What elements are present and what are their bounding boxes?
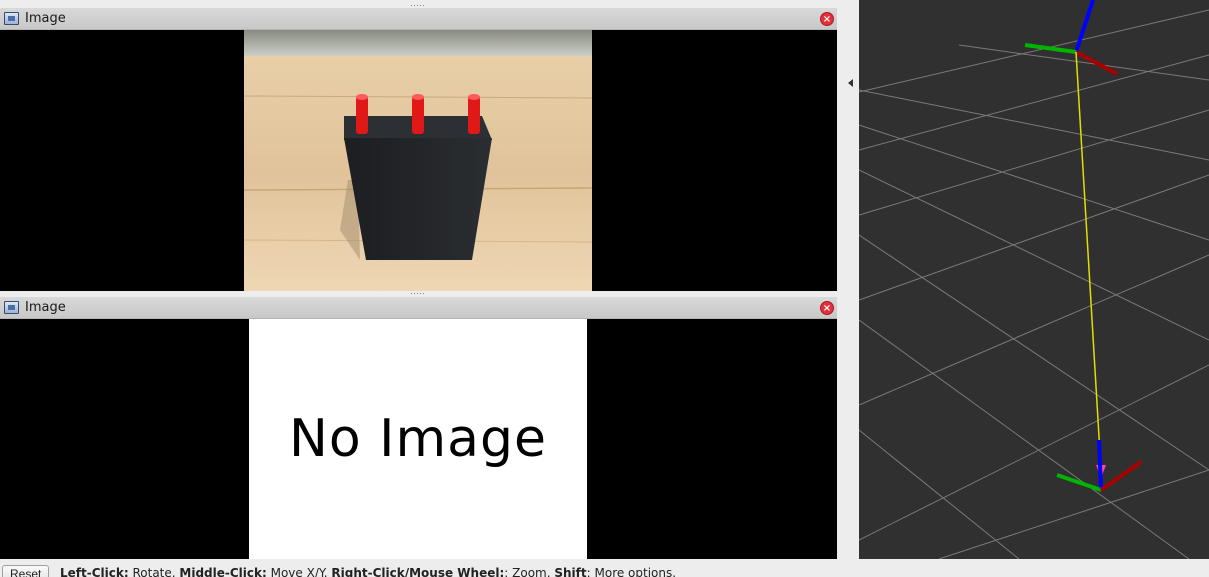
camera-image — [244, 30, 592, 291]
status-bar: Reset Left-Click: Rotate. Middle-Click: … — [0, 563, 1209, 577]
panel-titlebar[interactable]: Image × — [0, 8, 837, 30]
3d-scene — [859, 0, 1209, 559]
ground-grid — [859, 9, 1209, 559]
hint-key: Shift — [554, 566, 587, 577]
rviz-window: Image × Image × No Image Reset Left-Clic… — [0, 0, 1209, 577]
splitter-handle[interactable] — [410, 292, 426, 295]
image-panel-bottom: Image × No Image — [0, 297, 837, 559]
close-icon[interactable]: × — [820, 301, 834, 315]
tf-frame-top — [1024, 0, 1118, 76]
panel-titlebar[interactable]: Image × — [0, 297, 837, 319]
hint-key: Right-Click/Mouse Wheel: — [331, 566, 505, 577]
close-icon[interactable]: × — [820, 12, 834, 26]
hint-value: : Zoom. — [504, 566, 555, 577]
hint-key: Left-Click: — [60, 566, 129, 577]
hint-key: Middle-Click: — [179, 566, 267, 577]
image-view — [0, 30, 837, 291]
hint-value: : More options. — [586, 566, 677, 577]
splitter-handle[interactable] — [410, 4, 426, 7]
no-image-text: No Image — [288, 409, 548, 469]
mouse-hints: Left-Click: Rotate. Middle-Click: Move X… — [60, 565, 676, 577]
hint-value: Rotate. — [128, 566, 180, 577]
image-panel-top: Image × — [0, 8, 837, 291]
tf-link-line — [1075, 51, 1102, 471]
image-panel-icon — [4, 12, 19, 25]
panel-title: Image — [25, 11, 66, 26]
image-view: No Image — [0, 319, 837, 559]
vertical-splitter[interactable] — [841, 60, 855, 550]
tf-frame-bottom — [1056, 439, 1143, 492]
arrow-left-icon[interactable] — [848, 79, 853, 87]
hint-value: Move X/Y. — [266, 566, 332, 577]
no-image-placeholder: No Image — [249, 319, 587, 559]
reset-button[interactable]: Reset — [2, 565, 50, 577]
panel-title: Image — [25, 300, 66, 315]
image-panel-icon — [4, 301, 19, 314]
3d-view[interactable] — [859, 0, 1209, 559]
